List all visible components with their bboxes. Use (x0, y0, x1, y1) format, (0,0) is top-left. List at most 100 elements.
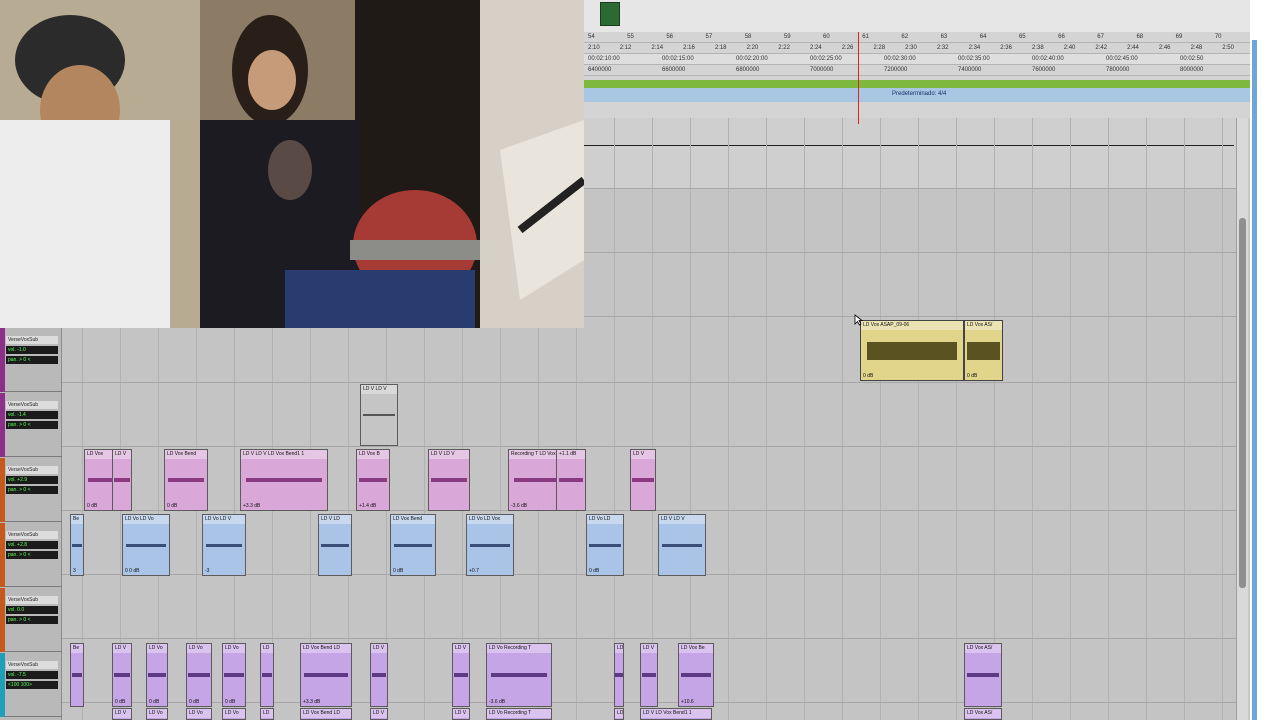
audio-clip[interactable]: LD V LD V (428, 449, 470, 511)
audio-clip-ld-vox-as[interactable]: LD Vox AS/ 0 dB (964, 320, 1003, 381)
audio-clip[interactable]: LD Vo LD Vox +0.7 (466, 514, 514, 576)
volume-readout[interactable]: vol. -1.0 (6, 346, 58, 354)
bar-number-label: 60 (823, 34, 830, 40)
track-name[interactable]: VerseVoxSub (6, 401, 58, 409)
audio-clip[interactable]: LD V (370, 708, 388, 720)
track-header[interactable]: VerseVoxSub vol. +2.9 pan. > 0 < (0, 458, 62, 522)
audio-clip[interactable]: LD Vo 0 dB (186, 643, 212, 707)
tempo-ruler[interactable] (584, 80, 1250, 88)
pan-readout[interactable]: pan. > 0 < (6, 486, 58, 494)
min-secs-ruler[interactable]: 2:10 2:12 2:14 2:16 2:18 2:20 2:22 2:24 2:26 2:28… (584, 43, 1250, 54)
bar-number-label: 56 (666, 34, 674, 40)
meter-ruler[interactable]: Predeterminado: 4/4 (584, 88, 1250, 102)
volume-readout[interactable]: vol. 0.0 (6, 606, 58, 614)
audio-clip[interactable]: LD V LD V (658, 514, 706, 576)
audio-clip[interactable]: LD Vo LD Vo 0 0 dB (122, 514, 170, 576)
track-name[interactable]: VerseVoxSub (6, 596, 58, 604)
audio-clip[interactable]: LD Vo (146, 708, 168, 720)
min-secs-label: 2:22 (778, 45, 790, 51)
pan-readout[interactable]: pan. > 0 < (6, 616, 58, 624)
track-header[interactable]: VerseVoxSub vol. -1.4 pan. > 0 < (0, 393, 62, 457)
track-header[interactable]: VerseVoxSub vol. 0.0 pan. > 0 < (0, 588, 62, 652)
track-header[interactable]: VerseVoxSub vol. -1.0 pan. > 0 < (0, 328, 62, 392)
audio-clip[interactable]: LD V (452, 643, 470, 707)
overview-strip[interactable] (1252, 40, 1257, 720)
audio-clip[interactable]: LD Vo 0 dB (222, 643, 246, 707)
audio-clip[interactable]: LD Vo (222, 708, 246, 720)
audio-clip-ld-vox-asap[interactable]: LD Vox ASAP_09-06 0 dB (860, 320, 964, 381)
track-name[interactable]: VerseVoxSub (6, 531, 58, 539)
min-secs-label: 2:32 (936, 45, 949, 51)
audio-clip[interactable]: LD (614, 643, 624, 707)
audio-clip-gray[interactable]: LD V LD V (360, 384, 398, 446)
audio-clip[interactable]: LD Vox Bend LD +3.3 dB (300, 643, 352, 707)
audio-clip[interactable]: LD Vox AS/ (964, 643, 1002, 707)
audio-clip[interactable]: LD Vo Recording T -3.6 dB (486, 643, 552, 707)
track-header[interactable]: VerseVoxSub vol. -7.5 <100 100> (0, 653, 62, 717)
volume-readout[interactable]: vol. -1.4 (6, 411, 58, 419)
audio-clip[interactable]: LD (614, 708, 624, 720)
audio-clip[interactable]: LD V LD (318, 514, 352, 576)
audio-clip[interactable]: LD Vox B +1.4 dB (356, 449, 390, 511)
min-secs-label: 2:28 (873, 45, 886, 51)
vertical-scrollbar[interactable] (1236, 118, 1248, 720)
audio-clip[interactable]: LD V LD V LD Vox Bend1 1 +3.3 dB (240, 449, 328, 511)
scrollbar-thumb[interactable] (1239, 218, 1246, 588)
audio-clip[interactable]: LD Vox Bend LD (300, 708, 352, 720)
playhead-cursor[interactable] (858, 32, 859, 124)
clip-name: LD V LD V (361, 385, 397, 394)
track-name[interactable]: VerseVoxSub (6, 661, 58, 669)
audio-clip[interactable]: LD Vox Be +10.6 (678, 643, 714, 707)
volume-readout[interactable]: vol. +2.8 (6, 541, 58, 549)
audio-clip[interactable]: LD V (630, 449, 656, 511)
clip-name: LD V (113, 709, 131, 718)
clip-name: LD Vox Bend (165, 450, 207, 459)
min-secs-label: 2:14 (651, 45, 664, 51)
audio-clip[interactable]: Be 3 (70, 514, 84, 576)
audio-clip[interactable]: LD Vo LD V -3 (202, 514, 246, 576)
track-name[interactable]: VerseVoxSub (6, 466, 58, 474)
volume-readout[interactable]: vol. +2.9 (6, 476, 58, 484)
clip-gain: 0 dB (189, 699, 200, 705)
pan-readout[interactable]: <100 100> (6, 681, 58, 689)
clip-name: LD (615, 709, 623, 718)
bars-beats-ruler[interactable]: 54 55 56 57 58 59 60 61 62 63 64 65 66 67 68 69 70 (584, 32, 1250, 43)
audio-clip[interactable]: LD V 0 dB (112, 643, 132, 707)
audio-clip[interactable]: LD Vo (186, 708, 212, 720)
min-secs-label: 2:42 (1095, 45, 1108, 51)
audio-clip[interactable]: LD (260, 643, 274, 707)
audio-clip[interactable]: LD Vox AS/ (964, 708, 1002, 720)
min-secs-label: 2:10 (588, 45, 600, 51)
audio-clip[interactable]: LD V (112, 708, 132, 720)
audio-clip[interactable]: LD Vox Bend 0 dB (164, 449, 208, 511)
clip-name: LD Vox B (357, 450, 389, 459)
pan-readout[interactable]: pan. > 0 < (6, 551, 58, 559)
audio-clip[interactable]: LD V (452, 708, 470, 720)
audio-clip[interactable]: LD V (370, 643, 388, 707)
audio-clip[interactable]: LD V (112, 449, 132, 511)
pan-readout[interactable]: pan. > 0 < (6, 356, 58, 364)
audio-clip[interactable]: LD Vox Bend 0 dB (390, 514, 436, 576)
audio-clip[interactable]: LD V (640, 643, 658, 707)
audio-clip[interactable]: LD Vo LD 0 dB (586, 514, 624, 576)
clip-name: LD V LD (319, 515, 351, 524)
audio-clip[interactable]: LD Vo 0 dB (146, 643, 168, 707)
samples-ruler[interactable]: 6400000 6600000 6800000 7000000 7200000 74000… (584, 65, 1250, 76)
pan-readout[interactable]: pan. > 0 < (6, 421, 58, 429)
track-header[interactable]: VerseVoxSub vol. +2.8 pan. > 0 < (0, 523, 62, 587)
ruler-header (584, 0, 1250, 32)
audio-clip[interactable]: +1.1 dB (556, 449, 586, 511)
audio-clip[interactable]: LD V LD Vox Bend1 1 (640, 708, 712, 720)
clip-waveform (558, 478, 584, 482)
volume-readout[interactable]: vol. -7.5 (6, 671, 58, 679)
timecode-ruler[interactable]: 00:02:10:00 00:02:15:00 00:02:20:00 00:02:2… (584, 54, 1250, 65)
audio-clip[interactable]: LD Vo Recording T (486, 708, 552, 720)
audio-clip[interactable]: LD (260, 708, 274, 720)
clip-gain: 0 dB (967, 373, 978, 379)
audio-clip[interactable]: Be (70, 643, 84, 707)
track-divider (62, 382, 1246, 383)
samples-label: 6400000 (588, 67, 612, 73)
track-name[interactable]: VerseVoxSub (6, 336, 58, 344)
clip-waveform (393, 544, 433, 547)
grid-line (842, 118, 843, 720)
